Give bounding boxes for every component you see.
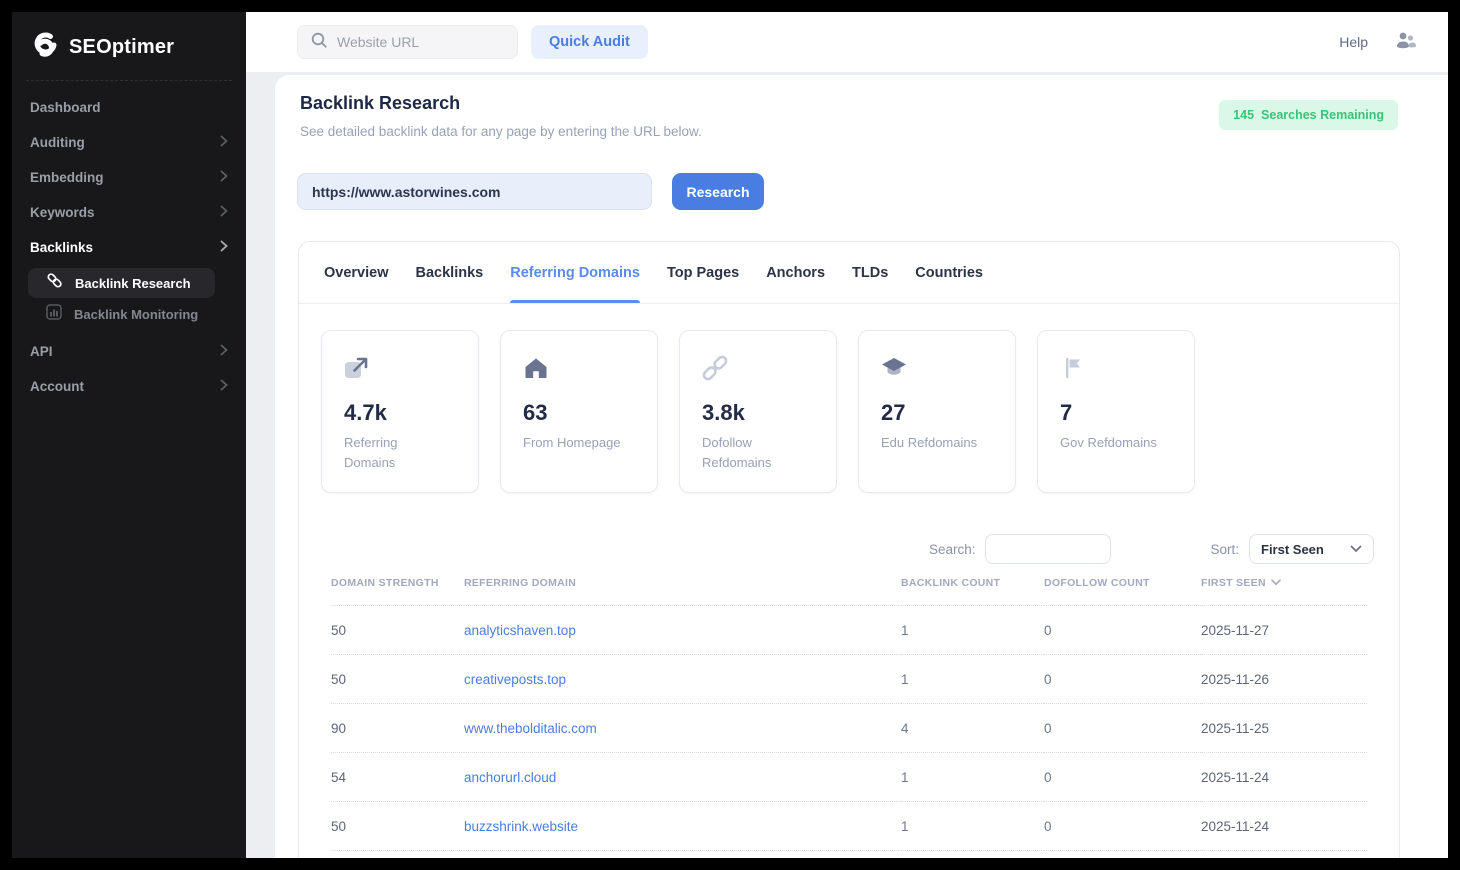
stat-cards: 4.7k Referring Domains 63 From Homepage [321, 330, 1195, 493]
col-referring-domain: REFERRING DOMAIN [464, 577, 901, 606]
quick-audit-button[interactable]: Quick Audit [531, 25, 648, 59]
sort-select[interactable]: First Seen [1249, 534, 1374, 564]
sidebar-item-account[interactable]: Account [12, 369, 246, 404]
sidebar-item-dashboard[interactable]: Dashboard [12, 90, 246, 125]
page-subtitle: See detailed backlink data for any page … [300, 124, 702, 139]
workspace: Backlink Research See detailed backlink … [246, 72, 1448, 858]
website-url-search[interactable] [297, 25, 518, 59]
sidebar-divider [26, 80, 232, 81]
home-icon [523, 355, 635, 383]
stat-label: Dofollow Refdomains [702, 433, 806, 472]
research-url-input[interactable] [297, 173, 652, 210]
sort-label: Sort: [1210, 542, 1239, 557]
page-title: Backlink Research [300, 93, 460, 114]
sidebar-item-backlinks[interactable]: Backlinks [12, 230, 246, 265]
sidebar-item-backlink-research[interactable]: Backlink Research [28, 268, 215, 298]
searches-remaining-label: Searches Remaining [1261, 108, 1384, 122]
app-window: SEOptimer Dashboard Auditing Embedding K… [0, 0, 1460, 870]
sidebar-item-auditing[interactable]: Auditing [12, 125, 246, 160]
graduation-cap-icon [881, 355, 993, 383]
chevron-right-icon [220, 343, 228, 361]
content-card: Backlink Research See detailed backlink … [275, 75, 1448, 858]
main-area: Quick Audit Help Backlink Research See d… [246, 12, 1448, 858]
tab-referring-domains[interactable]: Referring Domains [510, 242, 640, 303]
bar-chart-icon [46, 304, 62, 325]
chevron-down-icon [1271, 577, 1281, 589]
table-search-input[interactable] [985, 534, 1111, 564]
chevron-right-icon [220, 378, 228, 396]
chevron-down-icon [1350, 540, 1362, 558]
stat-value: 4.7k [344, 400, 456, 426]
topbar: Quick Audit Help [246, 12, 1448, 72]
referring-domain-link[interactable]: buzzshrink.website [464, 819, 578, 834]
chevron-right-icon [220, 134, 228, 152]
sort-group: Sort: First Seen [1210, 534, 1374, 564]
table-row: 90 www.thebolditalic.com 4 0 2025-11-25 [331, 704, 1367, 753]
col-backlink-count: BACKLINK COUNT [901, 577, 1044, 606]
sort-value: First Seen [1261, 542, 1324, 557]
chevron-right-icon [220, 204, 228, 222]
col-first-seen[interactable]: FIRST SEEN [1201, 577, 1367, 606]
tab-top-pages[interactable]: Top Pages [667, 242, 739, 303]
tab-overview[interactable]: Overview [324, 242, 389, 303]
chevron-right-icon [220, 169, 228, 187]
sidebar-menu: Dashboard Auditing Embedding Keywords [12, 90, 246, 404]
col-domain-strength: DOMAIN STRENGTH [331, 577, 464, 606]
tab-bar: Overview Backlinks Referring Domains Top… [299, 242, 1399, 304]
tab-tlds[interactable]: TLDs [852, 242, 888, 303]
stat-label: From Homepage [523, 433, 627, 453]
referring-domain-link[interactable]: analyticshaven.top [464, 623, 576, 638]
searches-remaining-count: 145 [1233, 108, 1254, 122]
sidebar-item-backlink-monitoring[interactable]: Backlink Monitoring [12, 298, 246, 330]
website-url-input[interactable] [337, 34, 497, 50]
stat-value: 3.8k [702, 400, 814, 426]
stat-value: 63 [523, 400, 635, 426]
stat-card-edu-refdomains: 27 Edu Refdomains [858, 330, 1016, 493]
link-icon [46, 272, 63, 294]
stat-card-dofollow-refdomains: 3.8k Dofollow Refdomains [679, 330, 837, 493]
stat-value: 27 [881, 400, 993, 426]
table-row: 54 anchorurl.cloud 1 0 2025-11-24 [331, 753, 1367, 802]
col-dofollow-count: DOFOLLOW COUNT [1044, 577, 1201, 606]
research-button[interactable]: Research [672, 173, 764, 210]
search-icon [310, 31, 328, 54]
external-link-icon [344, 355, 456, 383]
stat-label: Gov Refdomains [1060, 433, 1164, 453]
users-icon[interactable] [1394, 30, 1418, 55]
referring-domain-link[interactable]: anchorurl.cloud [464, 770, 556, 785]
help-link[interactable]: Help [1339, 34, 1368, 50]
searches-remaining-badge: 145 Searches Remaining [1219, 100, 1398, 130]
table-row: 50 buzzshrink.website 1 0 2025-11-24 [331, 802, 1367, 851]
tab-anchors[interactable]: Anchors [766, 242, 825, 303]
link-icon [702, 355, 814, 383]
table-row: 50 creativeposts.top 1 0 2025-11-26 [331, 655, 1367, 704]
stat-card-referring-domains: 4.7k Referring Domains [321, 330, 479, 493]
table-row: 50 analyticshaven.top 1 0 2025-11-27 [331, 606, 1367, 655]
results-panel: Overview Backlinks Referring Domains Top… [298, 241, 1400, 858]
search-label: Search: [929, 542, 976, 557]
flag-icon [1060, 355, 1172, 383]
logo-text: SEOptimer [69, 36, 174, 59]
topbar-right: Help [1339, 30, 1448, 55]
sidebar-item-embedding[interactable]: Embedding [12, 160, 246, 195]
chevron-right-icon [220, 239, 228, 257]
stat-label: Referring Domains [344, 433, 448, 472]
table-search-group: Search: [929, 534, 1111, 564]
table-header-row: DOMAIN STRENGTH REFERRING DOMAIN BACKLIN… [331, 577, 1367, 606]
referring-domains-table: DOMAIN STRENGTH REFERRING DOMAIN BACKLIN… [331, 577, 1367, 851]
stat-card-gov-refdomains: 7 Gov Refdomains [1037, 330, 1195, 493]
stat-card-from-homepage: 63 From Homepage [500, 330, 658, 493]
tab-countries[interactable]: Countries [915, 242, 983, 303]
referring-domain-link[interactable]: www.thebolditalic.com [464, 721, 597, 736]
stat-value: 7 [1060, 400, 1172, 426]
referring-domain-link[interactable]: creativeposts.top [464, 672, 566, 687]
sidebar: SEOptimer Dashboard Auditing Embedding K… [12, 12, 246, 858]
stat-label: Edu Refdomains [881, 433, 985, 453]
sidebar-item-keywords[interactable]: Keywords [12, 195, 246, 230]
sidebar-item-api[interactable]: API [12, 334, 246, 369]
tab-backlinks[interactable]: Backlinks [416, 242, 484, 303]
seoptimer-logo-icon [30, 30, 60, 65]
logo[interactable]: SEOptimer [30, 30, 174, 65]
url-row: Research [297, 173, 764, 210]
